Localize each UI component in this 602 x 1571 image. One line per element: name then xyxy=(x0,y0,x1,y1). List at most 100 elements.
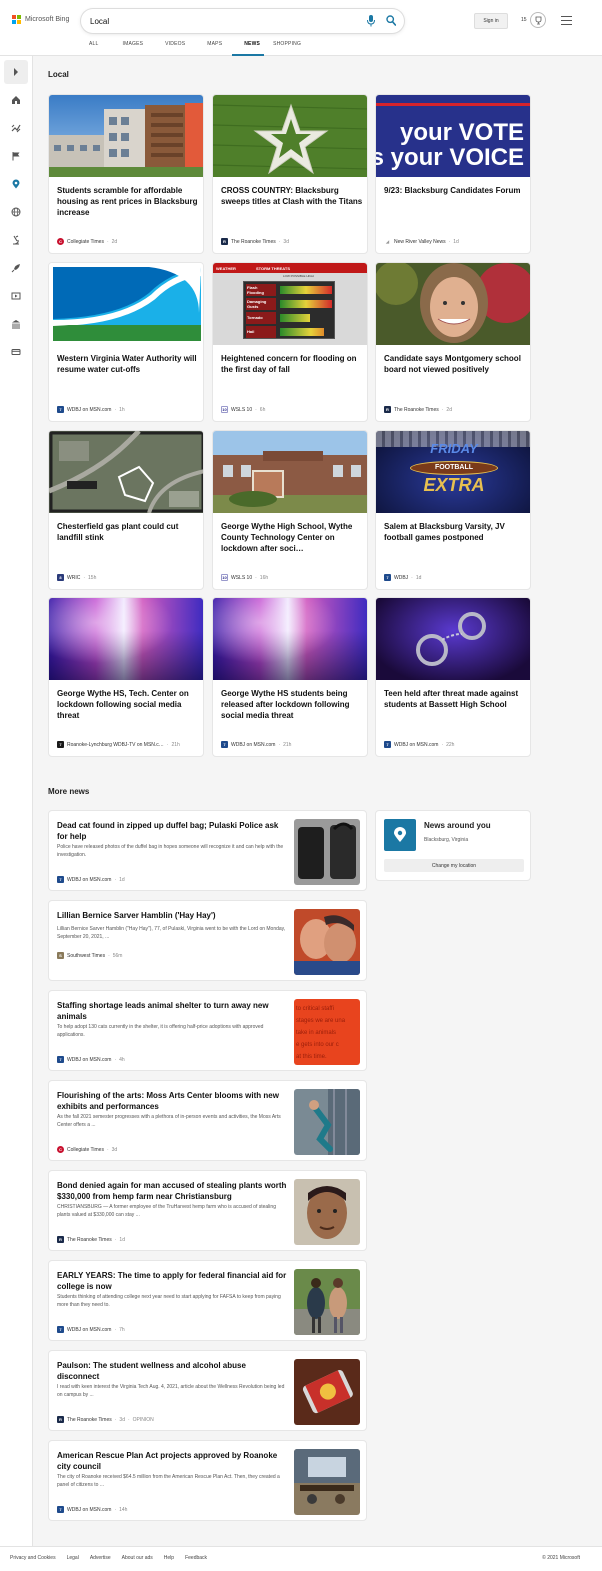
news-list-item[interactable]: EARLY YEARS: The time to apply for feder… xyxy=(48,1260,367,1341)
news-card[interactable]: CROSS COUNTRY: Blacksburg sweeps titles … xyxy=(212,94,368,254)
tab-maps[interactable]: MAPS xyxy=(192,40,229,56)
roanoke-times-icon: R xyxy=(384,406,391,413)
storm-threats-image: WEATHER STORM THREATS LOW POSSIBLE HIGH … xyxy=(213,263,367,345)
expand-rail-button[interactable] xyxy=(4,60,28,84)
rocket-icon[interactable] xyxy=(11,263,21,273)
change-location-button[interactable]: Change my location xyxy=(384,859,524,872)
source-age: 1d xyxy=(453,238,459,245)
microphone-icon[interactable] xyxy=(366,15,376,27)
threat-hail: Hail xyxy=(246,326,276,338)
news-title[interactable]: Staffing shortage leads animal shelter t… xyxy=(57,1000,290,1022)
wdbj-icon: 7 xyxy=(57,876,64,883)
news-card[interactable]: Western Virginia Water Authority will re… xyxy=(48,262,204,422)
globe-icon[interactable] xyxy=(11,207,21,217)
rewards-trophy-icon[interactable] xyxy=(530,12,546,28)
news-title[interactable]: Flourishing of the arts: Moss Arts Cente… xyxy=(57,1090,290,1112)
news-list-item[interactable]: American Rescue Plan Act projects approv… xyxy=(48,1440,367,1521)
card-title[interactable]: Heightened concern for flooding on the f… xyxy=(221,353,363,375)
card-title[interactable]: George Wythe High School, Wythe County T… xyxy=(221,521,363,554)
news-list-item[interactable]: Staffing shortage leads animal shelter t… xyxy=(48,990,367,1071)
location-pin-icon xyxy=(384,819,416,851)
card-icon[interactable] xyxy=(11,347,21,357)
home-icon[interactable] xyxy=(11,95,21,105)
news-card[interactable]: George Wythe HS, Tech. Center on lockdow… xyxy=(48,597,204,757)
news-card[interactable]: Students scramble for affordable housing… xyxy=(48,94,204,254)
news-card[interactable]: WEATHER STORM THREATS LOW POSSIBLE HIGH … xyxy=(212,262,368,422)
card-title[interactable]: Western Virginia Water Authority will re… xyxy=(57,353,199,375)
footer-about-ads-link[interactable]: About our ads xyxy=(122,1555,153,1561)
wdbj-icon: 7 xyxy=(221,741,228,748)
news-card[interactable]: George Wythe High School, Wythe County T… xyxy=(212,430,368,590)
rewards-count[interactable]: 15 xyxy=(521,17,527,23)
bank-icon[interactable] xyxy=(11,319,21,329)
card-title[interactable]: Chesterfield gas plant could cut landfil… xyxy=(57,521,199,543)
card-title[interactable]: George Wythe HS students being released … xyxy=(221,688,363,721)
location-pin-icon[interactable] xyxy=(11,179,21,189)
news-card[interactable]: Chesterfield gas plant could cut landfil… xyxy=(48,430,204,590)
news-around-you-panel: News around you Blacksburg, Virginia Cha… xyxy=(375,810,531,881)
collegiate-times-icon: C xyxy=(57,1146,64,1153)
news-title[interactable]: Paulson: The student wellness and alcoho… xyxy=(57,1360,290,1382)
news-snippet: Police have released photos of the duffe… xyxy=(57,844,284,858)
search-input[interactable] xyxy=(90,14,350,28)
source-name: Southwest Times xyxy=(67,952,106,959)
search-icon[interactable] xyxy=(386,15,396,26)
source-age: 2d xyxy=(446,406,452,413)
news-list-item[interactable]: Flourishing of the arts: Moss Arts Cente… xyxy=(48,1080,367,1161)
card-source: 10 WSLS 10 · 6h xyxy=(221,406,266,413)
news-title[interactable]: Lillian Bernice Sarver Hamblin ('Hay Hay… xyxy=(57,910,290,921)
news-card[interactable]: FRIDAY FOOTBALL EXTRA Salem at Blacksbur… xyxy=(375,430,531,590)
source-age: 56m xyxy=(112,952,123,959)
video-icon[interactable] xyxy=(11,291,21,301)
sign-in-button[interactable]: Sign in xyxy=(474,13,508,29)
card-title[interactable]: George Wythe HS, Tech. Center on lockdow… xyxy=(57,688,199,721)
tab-videos[interactable]: VIDEOS xyxy=(150,40,192,56)
news-source: 7 WDBJ on MSN.com · 14h xyxy=(57,1506,127,1513)
footer-legal-link[interactable]: Legal xyxy=(67,1555,79,1561)
news-card[interactable]: George Wythe HS students being released … xyxy=(212,597,368,757)
flag-icon[interactable] xyxy=(11,151,21,161)
news-snippet: Lillian Bernice Sarver Hamblin ("Hay Hay… xyxy=(57,926,286,940)
hamburger-menu-icon[interactable] xyxy=(561,16,572,25)
microscope-icon[interactable] xyxy=(11,235,21,245)
card-title[interactable]: Teen held after threat made against stud… xyxy=(384,688,526,710)
tab-images[interactable]: IMAGES xyxy=(106,40,151,56)
card-source: 10 WSLS 10 · 16h xyxy=(221,574,269,581)
tab-shopping[interactable]: SHOPPING xyxy=(267,40,308,56)
news-card[interactable]: Teen held after threat made against stud… xyxy=(375,597,531,757)
tab-all[interactable]: ALL xyxy=(82,40,106,56)
news-list-item[interactable]: Dead cat found in zipped up duffel bag; … xyxy=(48,810,367,891)
card-title[interactable]: 9/23: Blacksburg Candidates Forum xyxy=(384,185,526,196)
footer-help-link[interactable]: Help xyxy=(164,1555,174,1561)
footer-advertise-link[interactable]: Advertise xyxy=(90,1555,111,1561)
card-source: 7 WDBJ on MSN.com · 21h xyxy=(221,741,363,748)
tab-news[interactable]: NEWS xyxy=(229,40,267,56)
aerial-map-image xyxy=(49,431,203,513)
news-card[interactable]: your VOTE is your VOICE 9/23: Blacksburg… xyxy=(375,94,531,254)
nrv-news-icon: ◢ xyxy=(384,238,391,245)
news-card[interactable]: Candidate says Montgomery school board n… xyxy=(375,262,531,422)
card-title[interactable]: Salem at Blacksburg Varsity, JV football… xyxy=(384,521,526,543)
footer-feedback-link[interactable]: Feedback xyxy=(185,1555,207,1561)
news-title[interactable]: Dead cat found in zipped up duffel bag; … xyxy=(57,820,290,842)
source-age: 14h xyxy=(119,1506,128,1513)
footer-privacy-link[interactable]: Privacy and Cookies xyxy=(10,1555,56,1561)
news-title[interactable]: Bond denied again for man accused of ste… xyxy=(57,1180,290,1202)
news-list-item[interactable]: Paulson: The student wellness and alcoho… xyxy=(48,1350,367,1431)
news-title[interactable]: EARLY YEARS: The time to apply for feder… xyxy=(57,1270,290,1292)
trending-icon[interactable] xyxy=(11,123,21,133)
bing-logo[interactable]: Microsoft Bing xyxy=(12,15,69,24)
news-title[interactable]: American Rescue Plan Act projects approv… xyxy=(57,1450,290,1472)
news-list-item[interactable]: Lillian Bernice Sarver Hamblin ('Hay Hay… xyxy=(48,900,367,981)
source-name: WDBJ xyxy=(394,574,409,581)
wdbj-tv-icon: 7 xyxy=(57,741,64,748)
local-heading: Local xyxy=(48,70,69,79)
search-box[interactable] xyxy=(81,9,404,33)
news-list-item[interactable]: Bond denied again for man accused of ste… xyxy=(48,1170,367,1251)
card-title[interactable]: Students scramble for affordable housing… xyxy=(57,185,199,218)
card-title[interactable]: CROSS COUNTRY: Blacksburg sweeps titles … xyxy=(221,185,363,207)
card-title[interactable]: Candidate says Montgomery school board n… xyxy=(384,353,526,375)
news-source: R The Roanoke Times · 3d · OPINION xyxy=(57,1416,154,1423)
news-snippet: CHRISTIANSBURG — A former employee of th… xyxy=(57,1204,276,1218)
wdbj-icon: 7 xyxy=(57,406,64,413)
